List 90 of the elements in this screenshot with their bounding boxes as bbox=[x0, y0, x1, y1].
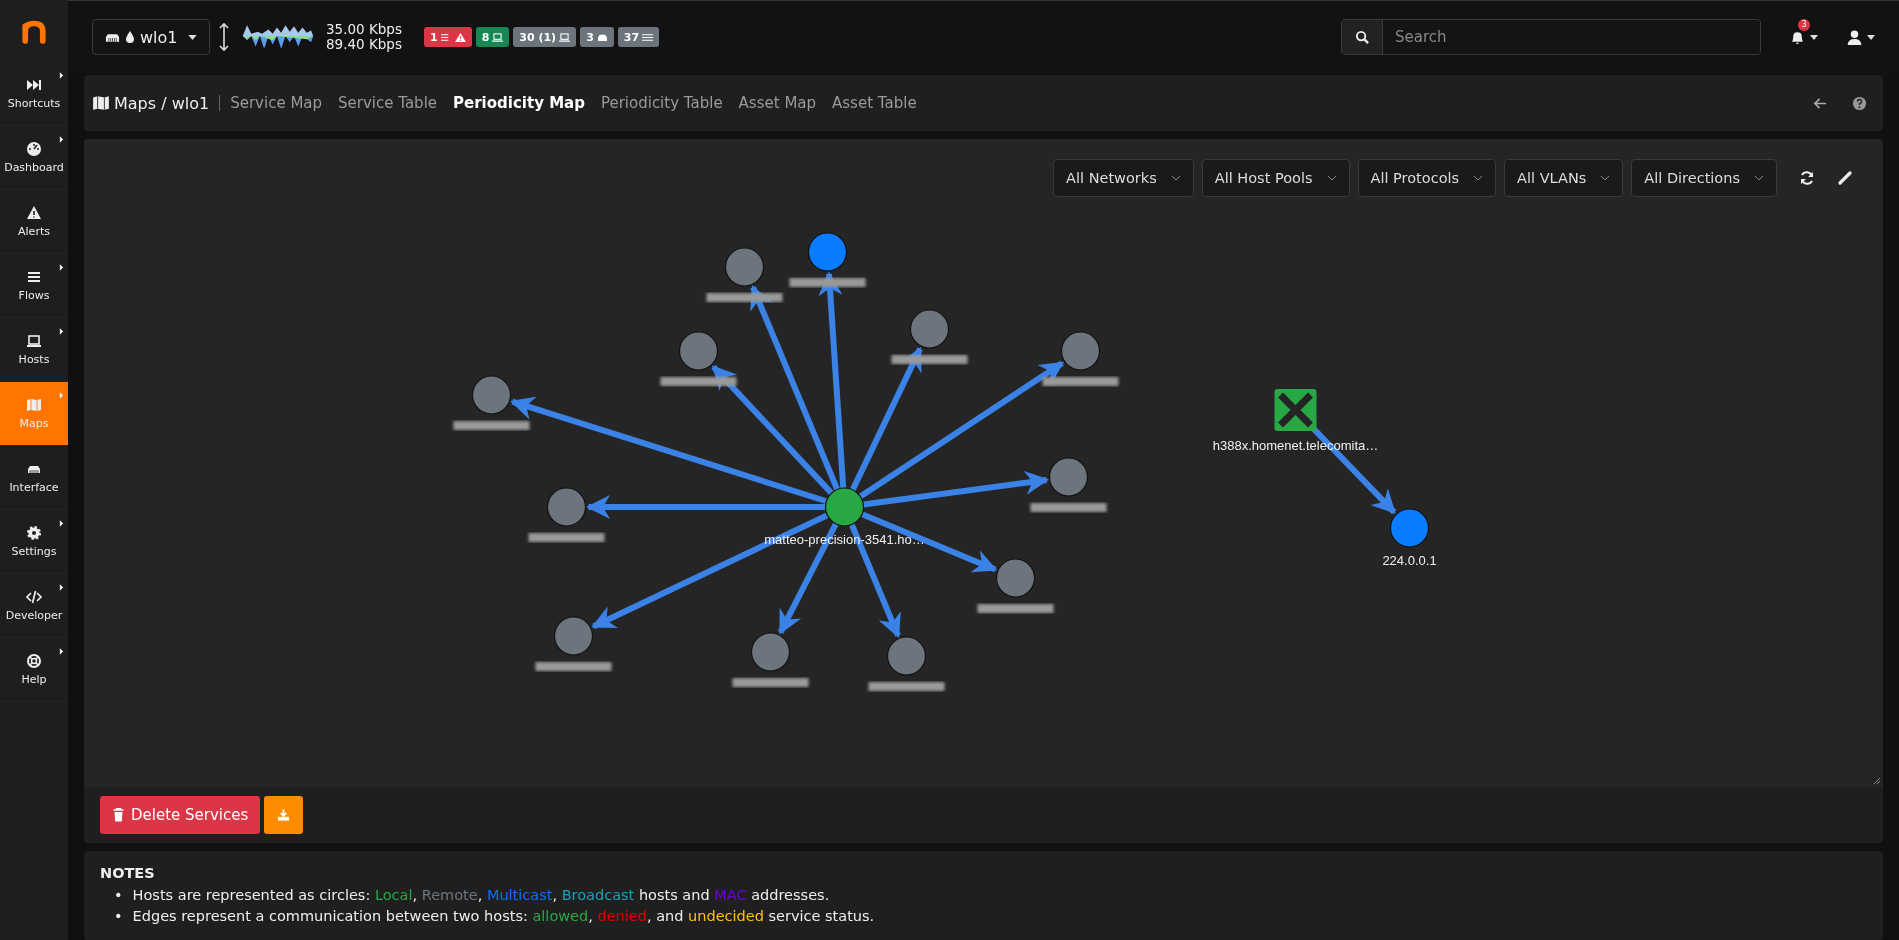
notification-count: 3 bbox=[1798, 18, 1810, 31]
download-icon bbox=[277, 808, 291, 822]
interface-dropdown[interactable]: wlo1 bbox=[92, 19, 210, 55]
bullet: • bbox=[114, 907, 123, 926]
caret-icon bbox=[59, 520, 64, 527]
caret-icon bbox=[59, 264, 64, 271]
caret-icon bbox=[188, 34, 197, 40]
host-node[interactable] bbox=[886, 636, 927, 676]
caret-icon bbox=[1810, 34, 1818, 40]
sidebar-item[interactable]: Settings bbox=[0, 510, 68, 574]
nav-tab[interactable]: Periodicity Map bbox=[453, 94, 585, 112]
host-node[interactable] bbox=[553, 616, 594, 656]
notes-title: NOTES bbox=[100, 865, 156, 881]
delete-services-button[interactable]: Delete Services bbox=[100, 796, 261, 834]
host-node[interactable] bbox=[824, 487, 865, 527]
map-icon bbox=[92, 94, 110, 112]
ethernet-icon bbox=[105, 31, 120, 43]
download-rate: 89.40 Kbps bbox=[326, 37, 402, 52]
sidebar-item[interactable]: Flows bbox=[0, 254, 68, 318]
caret-icon bbox=[59, 72, 64, 79]
search-field[interactable]: Search bbox=[1341, 19, 1761, 55]
sidebar-item[interactable]: Developer bbox=[0, 574, 68, 638]
host-node[interactable] bbox=[724, 247, 765, 287]
host-node[interactable] bbox=[750, 632, 791, 672]
count-badge[interactable]: 1 bbox=[423, 27, 472, 47]
page-title: Maps / wlo1 bbox=[114, 93, 210, 113]
router-icon[interactable] bbox=[1274, 389, 1317, 431]
help-icon[interactable] bbox=[1852, 95, 1867, 111]
host-node[interactable] bbox=[995, 558, 1036, 598]
caret-icon bbox=[59, 584, 64, 591]
caret-icon bbox=[59, 136, 64, 143]
caret-icon bbox=[1170, 175, 1181, 181]
caret-icon bbox=[59, 648, 64, 655]
filter-dropdown[interactable]: All Networks bbox=[1053, 159, 1194, 197]
nav-tab[interactable]: Service Map bbox=[230, 94, 323, 112]
bullet: • bbox=[114, 886, 123, 905]
count-badge[interactable]: 30 (1) bbox=[513, 27, 577, 47]
pencil-icon[interactable] bbox=[1837, 170, 1853, 186]
refresh-icon[interactable] bbox=[1799, 170, 1815, 186]
gauge-icon bbox=[26, 141, 42, 157]
list-icon bbox=[26, 269, 42, 285]
warning-icon bbox=[26, 205, 42, 221]
fast-forward-icon bbox=[26, 77, 42, 93]
host-node[interactable] bbox=[546, 487, 587, 527]
host-node[interactable] bbox=[1389, 508, 1430, 548]
nav-tab[interactable]: Asset Map bbox=[738, 94, 817, 112]
lifebuoy-icon bbox=[26, 653, 42, 669]
droplet-icon bbox=[125, 30, 135, 44]
up-down-arrow-icon bbox=[218, 22, 230, 52]
note-text: Edges represent a communication between two hosts: allowed, denied, and undecided service status. bbox=[132, 907, 875, 926]
sidebar-item[interactable]: Dashboard bbox=[0, 126, 68, 190]
caret-icon bbox=[59, 392, 64, 399]
caret-icon bbox=[1600, 175, 1611, 181]
host-node[interactable] bbox=[909, 309, 950, 349]
laptop-icon bbox=[26, 333, 42, 349]
resize-handle-icon[interactable] bbox=[1873, 777, 1881, 785]
upload-rate: 35.00 Kbps bbox=[326, 22, 402, 37]
host-node[interactable] bbox=[1048, 457, 1089, 497]
code-icon bbox=[26, 589, 42, 605]
sidebar-item[interactable]: Interface bbox=[0, 446, 68, 510]
caret-icon bbox=[1326, 175, 1337, 181]
note-text: Hosts are represented as circles: Local, Remote, Multicast, Broadcast hosts and MAC addresses. bbox=[132, 886, 830, 905]
trash-icon bbox=[112, 808, 125, 822]
host-node[interactable] bbox=[807, 232, 848, 272]
filter-dropdown[interactable]: All Host Pools bbox=[1201, 159, 1350, 197]
filter-dropdown[interactable]: All VLANs bbox=[1504, 159, 1624, 197]
host-node[interactable] bbox=[1060, 331, 1101, 371]
sidebar-item[interactable]: Help bbox=[0, 638, 68, 702]
host-node[interactable] bbox=[471, 375, 512, 415]
download-button[interactable] bbox=[264, 796, 304, 834]
caret-icon bbox=[59, 328, 64, 335]
sidebar-item[interactable]: Alerts bbox=[0, 190, 68, 254]
count-badge[interactable]: 37 bbox=[617, 27, 660, 47]
caret-icon bbox=[1867, 34, 1875, 40]
node-label: 224.0.0.1 bbox=[1382, 553, 1437, 568]
nav-tab[interactable]: Service Table bbox=[338, 94, 438, 112]
user-icon[interactable] bbox=[1846, 28, 1863, 46]
host-node[interactable] bbox=[678, 331, 719, 371]
caret-icon bbox=[1473, 175, 1484, 181]
gear-icon bbox=[26, 525, 42, 541]
search-icon bbox=[1354, 29, 1370, 45]
filter-dropdown[interactable]: All Protocols bbox=[1357, 159, 1497, 197]
nav-tab[interactable]: Asset Table bbox=[832, 94, 917, 112]
filter-dropdown[interactable]: All Directions bbox=[1631, 159, 1777, 197]
count-badge[interactable]: 8 bbox=[475, 27, 510, 47]
map-icon bbox=[26, 397, 42, 413]
sidebar-item[interactable]: Shortcuts bbox=[0, 62, 68, 126]
caret-icon bbox=[1754, 175, 1764, 181]
nav-tab[interactable]: Periodicity Table bbox=[600, 94, 723, 112]
count-badge[interactable]: 3 bbox=[580, 27, 614, 47]
